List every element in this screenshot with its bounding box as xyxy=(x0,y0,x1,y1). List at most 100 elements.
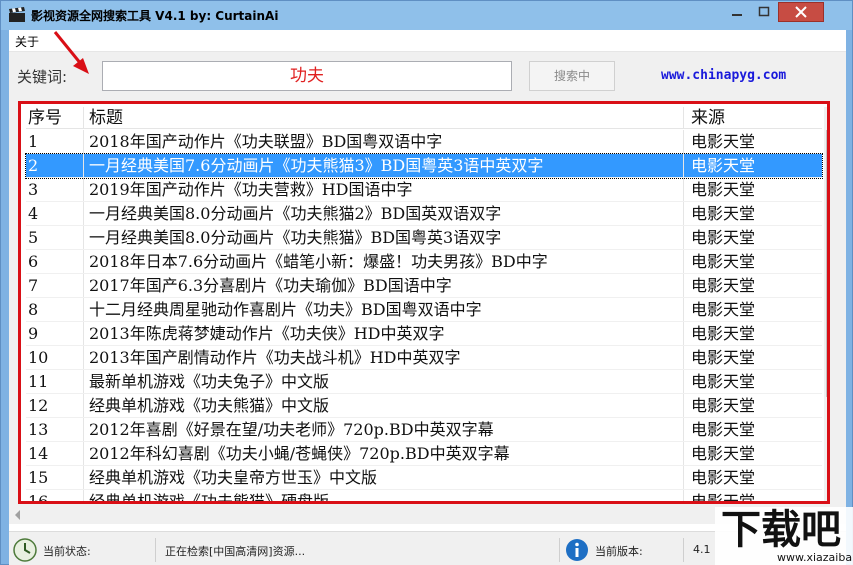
scroll-down-icon[interactable] xyxy=(828,491,830,496)
table-row[interactable]: 3 2019年国产动作片《功夫营救》HD国语中字 电影天堂 xyxy=(26,178,822,202)
row-title: 经典单机游戏《功夫熊猫》硬盘版 xyxy=(84,490,684,501)
site-link[interactable]: www.chinapyg.com xyxy=(661,68,786,83)
menu-item-about[interactable]: 关于 xyxy=(15,33,39,50)
results-highlight-frame: 序号 标题 来源 1 2018年国产动作片《功夫联盟》BD国粤双语中字 电影天堂 2 一… xyxy=(18,101,830,504)
window-title: 影视资源全网搜索工具 V4.1 by: CurtainAi xyxy=(31,9,279,23)
minimize-button[interactable] xyxy=(723,2,750,22)
table-row[interactable]: 9 2013年陈虎蒋梦婕动作片《功夫侠》HD中英双字 电影天堂 xyxy=(26,322,822,346)
table-row[interactable]: 6 2018年日本7.6分动画片《蜡笔小新：爆盛！功夫男孩》BD中字 电影天堂 xyxy=(26,250,822,274)
row-source: 电影天堂 xyxy=(691,492,756,504)
row-title: 经典单机游戏《功夫熊猫》中文版 xyxy=(84,394,684,417)
table-row[interactable]: 14 2012年科幻喜剧《功夫小蝇/苍蝇侠》720p.BD中英双字幕 电影天堂 xyxy=(26,442,822,466)
table-body: 1 2018年国产动作片《功夫联盟》BD国粤双语中字 电影天堂 2 一月经典美国7.6分… xyxy=(25,130,823,504)
row-source: 电影天堂 xyxy=(691,132,756,151)
maximize-button[interactable] xyxy=(751,2,777,22)
table-row[interactable]: 4 一月经典美国8.0分动画片《功夫熊猫2》BD国英双语双字 电影天堂 xyxy=(26,202,822,226)
table-row[interactable]: 12 经典单机游戏《功夫熊猫》中文版 电影天堂 xyxy=(26,394,822,418)
row-source: 电影天堂 xyxy=(691,444,756,463)
row-title: 十二月经典周星驰动作喜剧片《功夫》BD国粤双语中字 xyxy=(84,298,684,321)
status-separator xyxy=(155,538,156,562)
menu-bar: 关于 xyxy=(9,30,846,52)
results-panel: 序号 标题 来源 1 2018年国产动作片《功夫联盟》BD国粤双语中字 电影天堂 2 一… xyxy=(9,100,846,506)
row-number: 8 xyxy=(26,298,84,321)
table-row[interactable]: 15 经典单机游戏《功夫皇帝方世玉》中文版 电影天堂 xyxy=(26,466,822,490)
client-area: 关于 关键词: 功夫 搜索中 www.chinapyg.com 序号 标题 来源… xyxy=(9,30,846,565)
row-source: 电影天堂 xyxy=(691,468,756,487)
row-source: 电影天堂 xyxy=(691,228,756,247)
status-separator xyxy=(559,538,560,562)
table-row[interactable]: 10 2013年国产剧情动作片《功夫战斗机》HD中英双字 电影天堂 xyxy=(26,346,822,370)
version-label: 当前版本: xyxy=(595,545,643,558)
row-source: 电影天堂 xyxy=(691,324,756,343)
close-button[interactable] xyxy=(778,2,824,22)
status-value: 正在检索[中国高清网]资源... xyxy=(165,545,306,558)
version-value: 4.1 xyxy=(693,543,711,556)
table-row[interactable]: 16 经典单机游戏《功夫熊猫》硬盘版 电影天堂 xyxy=(26,490,822,504)
watermark: 下载吧 www.xiazaiba.com xyxy=(715,507,853,565)
row-source: 电影天堂 xyxy=(691,348,756,367)
row-number: 6 xyxy=(26,250,84,273)
row-title: 2019年国产动作片《功夫营救》HD国语中字 xyxy=(84,178,684,201)
row-source: 电影天堂 xyxy=(691,420,756,439)
maximize-icon xyxy=(758,6,770,17)
row-number: 4 xyxy=(26,202,84,225)
status-label: 当前状态: xyxy=(43,545,91,558)
keyword-input[interactable]: 功夫 xyxy=(102,61,512,91)
row-title: 2012年科幻喜剧《功夫小蝇/苍蝇侠》720p.BD中英双字幕 xyxy=(84,442,684,465)
row-number: 15 xyxy=(26,466,84,489)
search-row: 关键词: 功夫 搜索中 www.chinapyg.com xyxy=(9,52,846,100)
row-title: 2013年国产剧情动作片《功夫战斗机》HD中英双字 xyxy=(84,346,684,369)
table-row[interactable]: 13 2012年喜剧《好景在望/功夫老师》720p.BD中英双字幕 电影天堂 xyxy=(26,418,822,442)
row-source: 电影天堂 xyxy=(691,276,756,295)
row-number: 2 xyxy=(26,154,84,177)
scroll-thumb[interactable] xyxy=(826,130,827,397)
scroll-up-icon[interactable] xyxy=(828,114,830,119)
table-row[interactable]: 8 十二月经典周星驰动作喜剧片《功夫》BD国粤双语中字 电影天堂 xyxy=(26,298,822,322)
row-source: 电影天堂 xyxy=(691,180,756,199)
title-bar[interactable]: 影视资源全网搜索工具 V4.1 by: CurtainAi xyxy=(1,1,852,30)
status-separator xyxy=(683,538,684,562)
info-icon xyxy=(566,539,588,561)
row-source: 电影天堂 xyxy=(691,372,756,391)
close-icon xyxy=(795,6,807,18)
table-row[interactable]: 7 2017年国产6.3分喜剧片《功夫瑜伽》BD国语中字 电影天堂 xyxy=(26,274,822,298)
row-number: 16 xyxy=(26,490,84,501)
table-row[interactable]: 2 一月经典美国7.6分动画片《功夫熊猫3》BD国粤英3语中英双字 电影天堂 xyxy=(25,153,823,179)
row-source: 电影天堂 xyxy=(691,204,756,223)
row-title: 最新单机游戏《功夫兔子》中文版 xyxy=(84,370,684,393)
row-number: 9 xyxy=(26,322,84,345)
row-number: 10 xyxy=(26,346,84,369)
header-no[interactable]: 序号 xyxy=(26,107,84,128)
row-source: 电影天堂 xyxy=(691,396,756,415)
header-title[interactable]: 标题 xyxy=(84,107,684,128)
row-title: 一月经典美国7.6分动画片《功夫熊猫3》BD国粤英3语中英双字 xyxy=(84,154,684,177)
table-row[interactable]: 5 一月经典美国8.0分动画片《功夫熊猫》BD国粤英3语双字 电影天堂 xyxy=(26,226,822,250)
row-title: 2017年国产6.3分喜剧片《功夫瑜伽》BD国语中字 xyxy=(84,274,684,297)
row-number: 11 xyxy=(26,370,84,393)
minimize-icon xyxy=(731,14,742,16)
table-row[interactable]: 11 最新单机游戏《功夫兔子》中文版 电影天堂 xyxy=(26,370,822,394)
table-row[interactable]: 1 2018年国产动作片《功夫联盟》BD国粤双语中字 电影天堂 xyxy=(26,130,822,154)
row-number: 12 xyxy=(26,394,84,417)
row-source: 电影天堂 xyxy=(691,252,756,271)
row-source: 电影天堂 xyxy=(691,156,756,175)
row-number: 3 xyxy=(26,178,84,201)
row-number: 14 xyxy=(26,442,84,465)
row-title: 2018年日本7.6分动画片《蜡笔小新：爆盛！功夫男孩》BD中字 xyxy=(84,250,684,273)
scroll-left-icon[interactable] xyxy=(15,510,20,520)
header-source[interactable]: 来源 xyxy=(684,107,822,128)
search-button[interactable]: 搜索中 xyxy=(529,61,615,91)
row-title: 2013年陈虎蒋梦婕动作片《功夫侠》HD中英双字 xyxy=(84,322,684,345)
clock-icon xyxy=(13,538,37,562)
row-title: 2012年喜剧《好景在望/功夫老师》720p.BD中英双字幕 xyxy=(84,418,684,441)
row-title: 一月经典美国8.0分动画片《功夫熊猫》BD国粤英3语双字 xyxy=(84,226,684,249)
app-window: 影视资源全网搜索工具 V4.1 by: CurtainAi 关于 关键词: 功夫… xyxy=(0,0,853,565)
row-number: 1 xyxy=(26,130,84,153)
vertical-scrollbar[interactable] xyxy=(824,107,830,501)
row-number: 13 xyxy=(26,418,84,441)
row-number: 7 xyxy=(26,274,84,297)
row-title: 经典单机游戏《功夫皇帝方世玉》中文版 xyxy=(84,466,684,489)
row-title: 一月经典美国8.0分动画片《功夫熊猫2》BD国英双语双字 xyxy=(84,202,684,225)
row-title: 2018年国产动作片《功夫联盟》BD国粤双语中字 xyxy=(84,130,684,153)
row-source: 电影天堂 xyxy=(691,300,756,319)
